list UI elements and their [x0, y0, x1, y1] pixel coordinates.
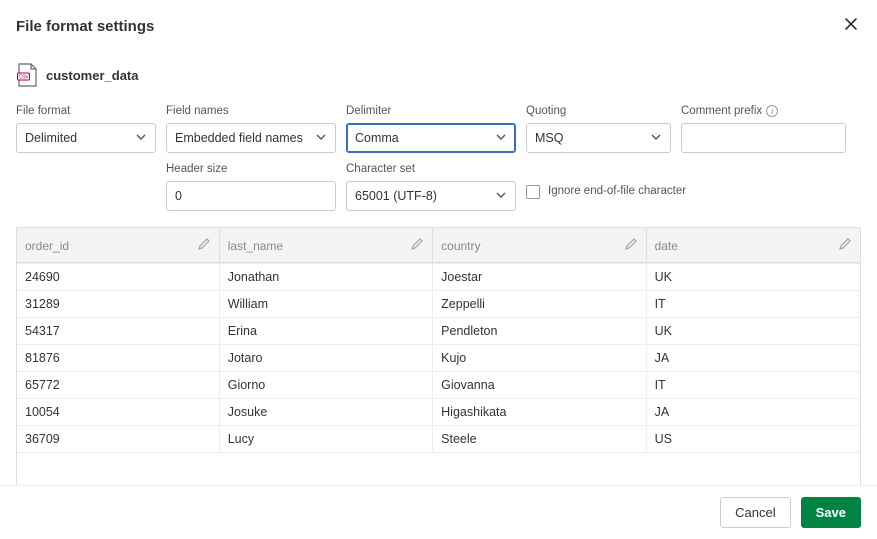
header-size-label: Header size — [166, 163, 336, 175]
preview-table: order_id last_name country date 24690Jon… — [16, 227, 861, 503]
file-format-select[interactable]: Delimited — [16, 123, 156, 153]
table-cell: Josuke — [220, 398, 433, 425]
table-row: 65772GiornoGiovannaIT — [17, 371, 860, 398]
table-header: order_id last_name country date — [17, 228, 860, 263]
svg-text:CSV: CSV — [18, 75, 29, 81]
pencil-icon[interactable] — [197, 237, 211, 254]
table-cell: William — [220, 290, 433, 317]
table-cell: Zeppelli — [433, 290, 646, 317]
file-format-value: Delimited — [25, 131, 77, 145]
field-names-label: Field names — [166, 105, 336, 117]
character-set-value: 65001 (UTF-8) — [355, 189, 437, 203]
file-name: customer_data — [46, 68, 138, 83]
table-cell: UK — [647, 263, 860, 290]
table-cell: Giorno — [220, 371, 433, 398]
pencil-icon[interactable] — [410, 237, 424, 254]
table-row: 10054JosukeHigashikataJA — [17, 398, 860, 425]
csv-file-icon: CSV — [16, 63, 38, 87]
table-row: 24690JonathanJoestarUK — [17, 263, 860, 290]
column-header[interactable]: last_name — [220, 228, 433, 262]
table-cell: JA — [647, 398, 860, 425]
table-cell: Jotaro — [220, 344, 433, 371]
header-size-value: 0 — [175, 189, 182, 203]
table-cell: 10054 — [17, 398, 220, 425]
column-header[interactable]: order_id — [17, 228, 220, 262]
close-icon[interactable] — [841, 14, 861, 39]
chevron-down-icon — [135, 131, 147, 146]
checkbox-icon — [526, 185, 540, 199]
table-cell: Steele — [433, 425, 646, 452]
table-cell: Giovanna — [433, 371, 646, 398]
table-row: 54317ErinaPendletonUK — [17, 317, 860, 344]
quoting-label: Quoting — [526, 105, 671, 117]
info-icon[interactable]: i — [766, 105, 778, 117]
table-cell: JA — [647, 344, 860, 371]
table-cell: Pendleton — [433, 317, 646, 344]
column-header[interactable]: country — [433, 228, 646, 262]
table-cell: IT — [647, 371, 860, 398]
delimiter-select[interactable]: Comma — [346, 123, 516, 153]
table-cell: 81876 — [17, 344, 220, 371]
chevron-down-icon — [650, 131, 662, 146]
table-cell: UK — [647, 317, 860, 344]
file-format-label: File format — [16, 105, 156, 117]
save-button[interactable]: Save — [801, 497, 861, 528]
character-set-select[interactable]: 65001 (UTF-8) — [346, 181, 516, 211]
table-cell: Kujo — [433, 344, 646, 371]
chevron-down-icon — [315, 131, 327, 146]
table-cell: 24690 — [17, 263, 220, 290]
table-cell: IT — [647, 290, 860, 317]
character-set-label: Character set — [346, 163, 516, 175]
table-cell: Erina — [220, 317, 433, 344]
chevron-down-icon — [495, 131, 507, 146]
table-cell: 31289 — [17, 290, 220, 317]
table-row: 31289WilliamZeppelliIT — [17, 290, 860, 317]
file-format-settings-dialog: File format settings CSV customer_data F… — [0, 0, 877, 503]
delimiter-value: Comma — [355, 131, 399, 145]
comment-prefix-label: Comment prefix i — [681, 105, 846, 117]
header-size-input[interactable]: 0 — [166, 181, 336, 211]
column-header[interactable]: date — [647, 228, 860, 262]
table-cell: Joestar — [433, 263, 646, 290]
chevron-down-icon — [495, 189, 507, 204]
cancel-button[interactable]: Cancel — [720, 497, 790, 528]
table-cell: 54317 — [17, 317, 220, 344]
table-row: 81876JotaroKujoJA — [17, 344, 860, 371]
dialog-footer: Cancel Save — [0, 485, 877, 539]
quoting-value: MSQ — [535, 131, 563, 145]
table-cell: Lucy — [220, 425, 433, 452]
table-cell: Higashikata — [433, 398, 646, 425]
pencil-icon[interactable] — [838, 237, 852, 254]
table-cell: 36709 — [17, 425, 220, 452]
comment-prefix-input[interactable] — [681, 123, 846, 153]
dialog-title: File format settings — [16, 18, 154, 35]
table-cell: US — [647, 425, 860, 452]
pencil-icon[interactable] — [624, 237, 638, 254]
table-row: 36709LucySteeleUS — [17, 425, 860, 452]
field-names-value: Embedded field names — [175, 131, 303, 145]
field-names-select[interactable]: Embedded field names — [166, 123, 336, 153]
table-cell: Jonathan — [220, 263, 433, 290]
quoting-select[interactable]: MSQ — [526, 123, 671, 153]
delimiter-label: Delimiter — [346, 105, 516, 117]
ignore-eof-label: Ignore end-of-file character — [548, 185, 686, 199]
table-cell: 65772 — [17, 371, 220, 398]
ignore-eof-checkbox[interactable]: Ignore end-of-file character — [526, 181, 726, 199]
